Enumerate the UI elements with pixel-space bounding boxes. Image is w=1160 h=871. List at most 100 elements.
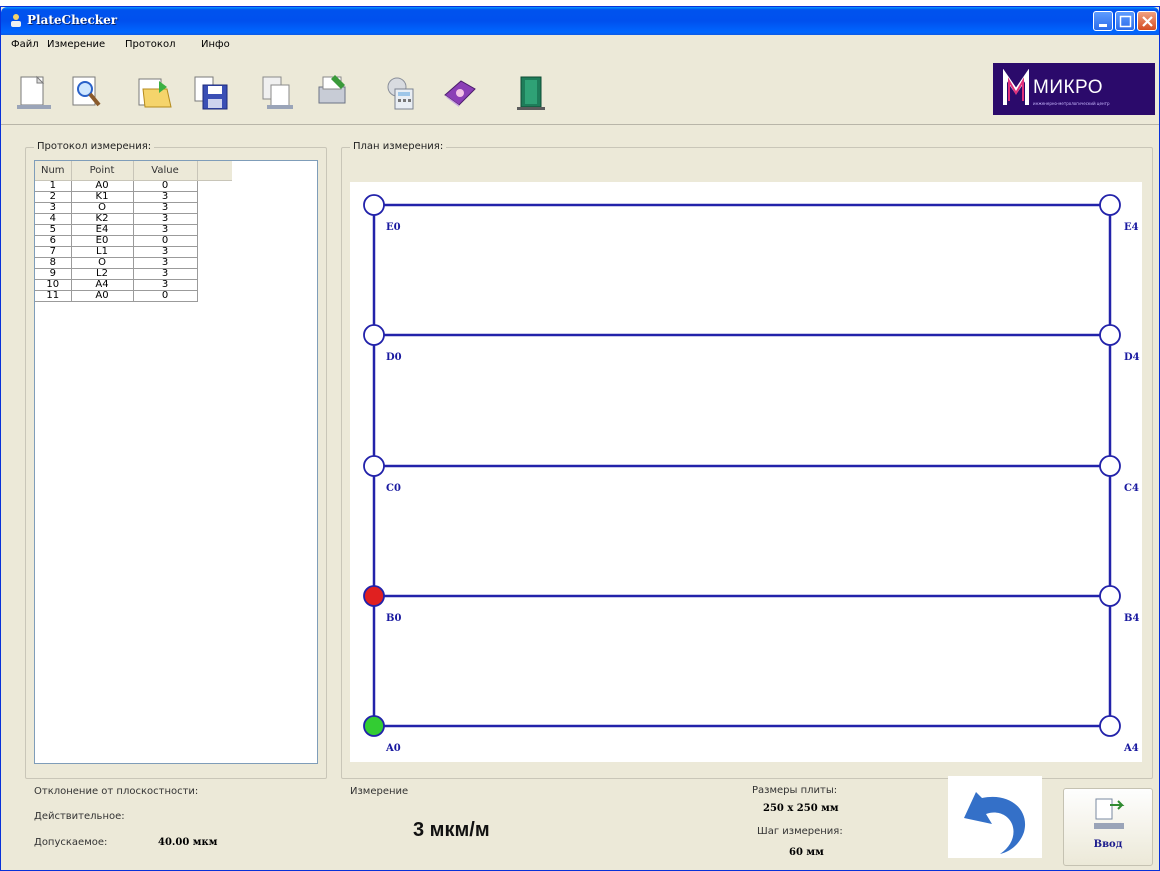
preview-icon[interactable] xyxy=(65,71,109,115)
enter-button-label: Ввод xyxy=(1093,839,1123,850)
table-row[interactable]: 6 E0 0 xyxy=(35,235,232,247)
plan-point-e0[interactable] xyxy=(363,194,385,216)
logo-subtext: инженерно-метрологический центр xyxy=(1033,101,1110,106)
menu-file[interactable]: Файл xyxy=(11,39,39,50)
minimize-button[interactable] xyxy=(1093,11,1113,31)
undo-arrow-icon xyxy=(964,792,1026,854)
measurement-value: 3 мкм/м xyxy=(413,819,490,841)
plan-point-label: B4 xyxy=(1124,613,1139,624)
plan-point-label: D4 xyxy=(1124,352,1140,363)
cell-num: 8 xyxy=(35,257,72,269)
cell-value: 3 xyxy=(133,191,198,203)
app-icon xyxy=(11,14,21,27)
plan-point-c4[interactable] xyxy=(1099,455,1121,477)
plan-point-label: A0 xyxy=(385,743,401,754)
exit-door-icon[interactable] xyxy=(509,71,553,115)
company-logo: МИКРО инженерно-метрологический центр xyxy=(993,63,1155,115)
open-folder-icon[interactable] xyxy=(133,71,177,115)
plate-size-label: Размеры плиты: xyxy=(752,785,838,796)
cell-num: 6 xyxy=(35,235,72,247)
cell-point: L1 xyxy=(71,246,134,258)
menu-measurement[interactable]: Измерение xyxy=(47,39,105,50)
maximize-button[interactable] xyxy=(1115,11,1135,31)
table-row[interactable]: 2 K1 3 xyxy=(35,191,232,203)
plan-point-b0[interactable] xyxy=(363,585,385,607)
plan-point-d4[interactable] xyxy=(1099,324,1121,346)
plan-point-label: E0 xyxy=(386,222,401,233)
table-row[interactable]: 8O3 xyxy=(35,257,232,269)
copy-icon[interactable] xyxy=(255,71,299,115)
table-row[interactable]: 9 L2 3 xyxy=(35,268,232,280)
column-header-num[interactable]: Num xyxy=(35,161,72,181)
plan-point-a0[interactable] xyxy=(363,715,385,737)
window-title: PlateChecker xyxy=(27,13,118,27)
cell-num: 11 xyxy=(35,290,72,302)
minimize-icon xyxy=(1099,24,1107,27)
protocol-group-label: Протокол измерения: xyxy=(34,141,155,152)
cell-value: 0 xyxy=(133,290,198,302)
cell-num: 5 xyxy=(35,224,72,236)
deviation-label: Отклонение от плоскостности: xyxy=(34,786,199,797)
cell-value: 3 xyxy=(133,257,198,269)
close-icon xyxy=(1142,16,1153,27)
table-row[interactable]: 1 A0 0 xyxy=(35,180,232,192)
plan-point-b4[interactable] xyxy=(1099,585,1121,607)
cell-value: 0 xyxy=(133,235,198,247)
help-book-icon[interactable] xyxy=(437,71,481,115)
title-bar[interactable]: PlateChecker xyxy=(1,7,1159,35)
protocol-table[interactable]: Num Point Value 1 A0 0 2 K1 3 3 O 3 4 K2 3 5 E4 3 6 E0 0 7… xyxy=(34,160,318,764)
column-header-value[interactable]: Value xyxy=(133,161,198,181)
calculator-icon[interactable] xyxy=(379,71,423,115)
measurement-label: Измерение xyxy=(350,786,409,797)
cell-point: O xyxy=(71,202,134,214)
cell-point: E4 xyxy=(71,224,134,236)
toolbar xyxy=(1,57,1159,125)
step-value: 60 мм xyxy=(789,847,824,858)
cell-num: 9 xyxy=(35,268,72,280)
table-row[interactable]: 5 E4 3 xyxy=(35,224,232,236)
enter-icon xyxy=(1094,798,1125,829)
table-header-row: Num Point Value xyxy=(35,161,232,181)
cell-point: A4 xyxy=(71,279,134,291)
table-row[interactable]: 4 K2 3 xyxy=(35,213,232,225)
table-row[interactable]: 7 L1 3 xyxy=(35,246,232,258)
menu-protocol[interactable]: Протокол xyxy=(125,39,175,50)
cell-point: L2 xyxy=(71,268,134,280)
plan-point-d0[interactable] xyxy=(363,324,385,346)
cell-num: 10 xyxy=(35,279,72,291)
table-row[interactable]: 10 A4 3 xyxy=(35,279,232,291)
cell-point: K1 xyxy=(71,191,134,203)
table-row[interactable]: 3O3 xyxy=(35,202,232,214)
plan-point-label: B0 xyxy=(386,613,401,624)
logo-mark-icon xyxy=(1003,69,1029,105)
save-disk-icon[interactable] xyxy=(189,71,233,115)
menu-bar: Файл Измерение Протокол Инфо xyxy=(1,35,1159,55)
plan-point-label: C0 xyxy=(386,483,401,494)
step-label: Шаг измерения: xyxy=(757,826,843,837)
deviation-allowed-label: Допускаемое: xyxy=(34,837,108,848)
column-header-point[interactable]: Point xyxy=(71,161,134,181)
menu-info[interactable]: Инфо xyxy=(201,39,230,50)
cell-num: 1 xyxy=(35,180,72,192)
cell-value: 3 xyxy=(133,224,198,236)
cell-value: 3 xyxy=(133,202,198,214)
undo-button[interactable] xyxy=(948,776,1042,858)
logo-text: МИКРО xyxy=(1033,77,1104,98)
cell-value: 3 xyxy=(133,279,198,291)
plate-size-value: 250 x 250 мм xyxy=(763,803,839,814)
plan-point-e4[interactable] xyxy=(1099,194,1121,216)
cell-num: 7 xyxy=(35,246,72,258)
table-row[interactable]: 11 A0 0 xyxy=(35,290,232,302)
measurement-plan-canvas[interactable]: E0 E4 D0 D4 C0 C4 B0 B4 A0 A4 xyxy=(350,182,1142,762)
plan-point-a4[interactable] xyxy=(1099,715,1121,737)
plan-point-label: A4 xyxy=(1123,743,1139,754)
column-header-filler xyxy=(197,161,232,181)
new-document-icon[interactable] xyxy=(11,71,55,115)
cell-point: A0 xyxy=(71,290,134,302)
deviation-allowed-value: 40.00 мкм xyxy=(158,837,218,848)
plan-point-c0[interactable] xyxy=(363,455,385,477)
enter-button[interactable]: Ввод xyxy=(1063,788,1153,866)
print-settings-icon[interactable] xyxy=(311,71,355,115)
close-button[interactable] xyxy=(1137,11,1157,31)
plan-point-label: D0 xyxy=(386,352,402,363)
